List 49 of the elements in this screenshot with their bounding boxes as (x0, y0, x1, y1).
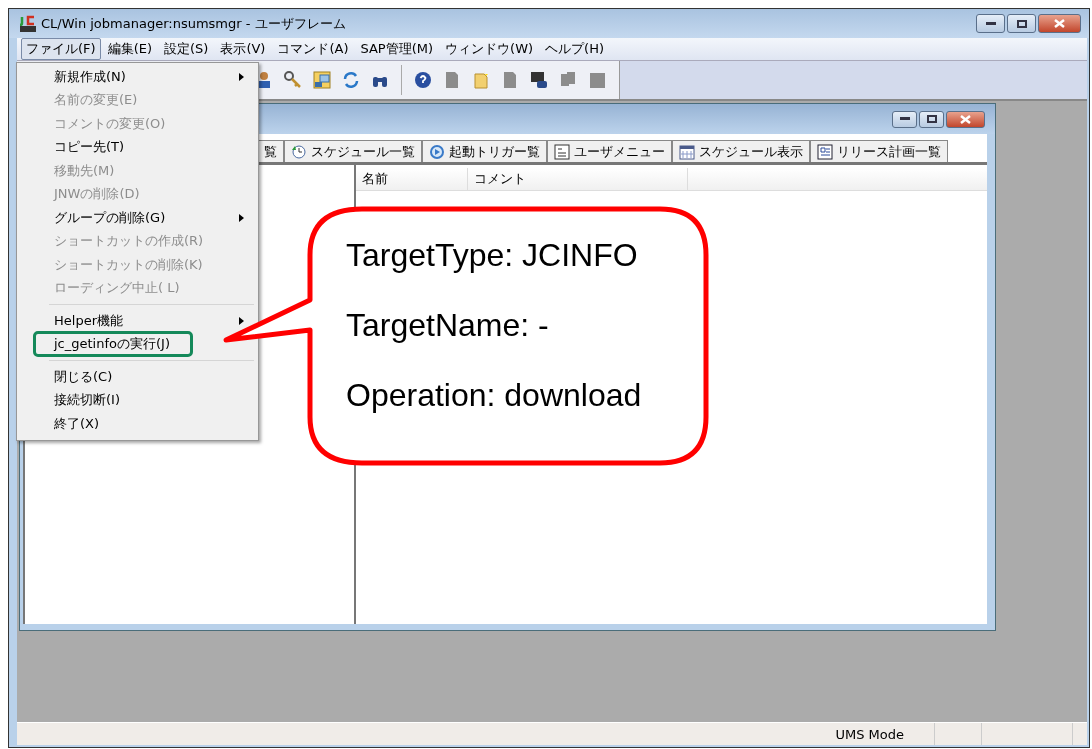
menu-option[interactable]: Helper機能 (54, 311, 123, 330)
square-icon[interactable] (587, 70, 607, 90)
menu-item[interactable]: ウィンドウ(W) (440, 38, 539, 60)
menu-option[interactable]: 終了(X) (54, 414, 100, 433)
key-icon[interactable] (283, 70, 303, 90)
clock-icon (291, 143, 307, 160)
tab[interactable]: スケジュール表示 (672, 140, 810, 162)
menu-item[interactable]: 編集(E) (102, 38, 157, 60)
refresh-icon[interactable] (341, 70, 361, 90)
maximize-icon (926, 115, 937, 123)
close-icon (1054, 19, 1065, 28)
column-header[interactable]: 名前 (356, 168, 468, 190)
minimize-button[interactable] (976, 14, 1005, 33)
menu-option[interactable]: jc_getinfoの実行(J) (33, 331, 193, 358)
tab[interactable]: ユーザメニュー (547, 140, 672, 162)
tab[interactable]: リリース計画一覧 (810, 140, 948, 162)
minimize-button[interactable] (892, 110, 917, 128)
menu-option[interactable]: 接続切断(I) (54, 391, 120, 410)
menu-item[interactable]: ファイル(F) (21, 38, 101, 60)
app-logo-icon (19, 14, 37, 33)
column-header[interactable]: コメント (468, 168, 688, 190)
status-text: UMS Mode (834, 725, 905, 744)
maximize-button[interactable] (1007, 14, 1036, 33)
window-title: CL/Win jobmanager:nsumsmgr - ユーザフレーム (41, 14, 347, 33)
menu-option[interactable]: 閉じる(C) (54, 367, 113, 386)
menu-item[interactable]: 表示(V) (215, 38, 271, 60)
menu-item[interactable]: 設定(S) (159, 38, 214, 60)
minimize-icon (899, 117, 910, 121)
tab[interactable]: スケジュール一覧 (284, 140, 422, 162)
close-button[interactable] (1038, 14, 1081, 33)
close-icon (960, 114, 971, 124)
screen-icon[interactable] (312, 70, 332, 90)
callout-text: Operation: download (346, 376, 642, 415)
menu-option[interactable]: コピー先(T) (54, 138, 125, 157)
callout-text: TargetName: - (346, 306, 550, 345)
menu-option[interactable]: 新規作成(N) (54, 67, 126, 86)
menu-option[interactable]: グループの削除(G) (54, 208, 166, 227)
menu-item[interactable]: SAP管理(M) (355, 38, 439, 60)
minimize-icon (985, 21, 996, 26)
menu-icon (554, 143, 570, 160)
maximize-icon (1016, 19, 1027, 28)
help-icon[interactable] (413, 70, 433, 90)
tab[interactable]: 起動トリガー覧 (422, 140, 547, 162)
menu-item[interactable]: コマンド(A) (272, 38, 354, 60)
maximize-button[interactable] (919, 110, 944, 128)
menu-item[interactable]: ヘルプ(H) (540, 38, 609, 60)
calendar-icon (679, 143, 695, 160)
callout-text: TargetType: JCINFO (346, 236, 639, 275)
close-button[interactable] (946, 110, 985, 128)
